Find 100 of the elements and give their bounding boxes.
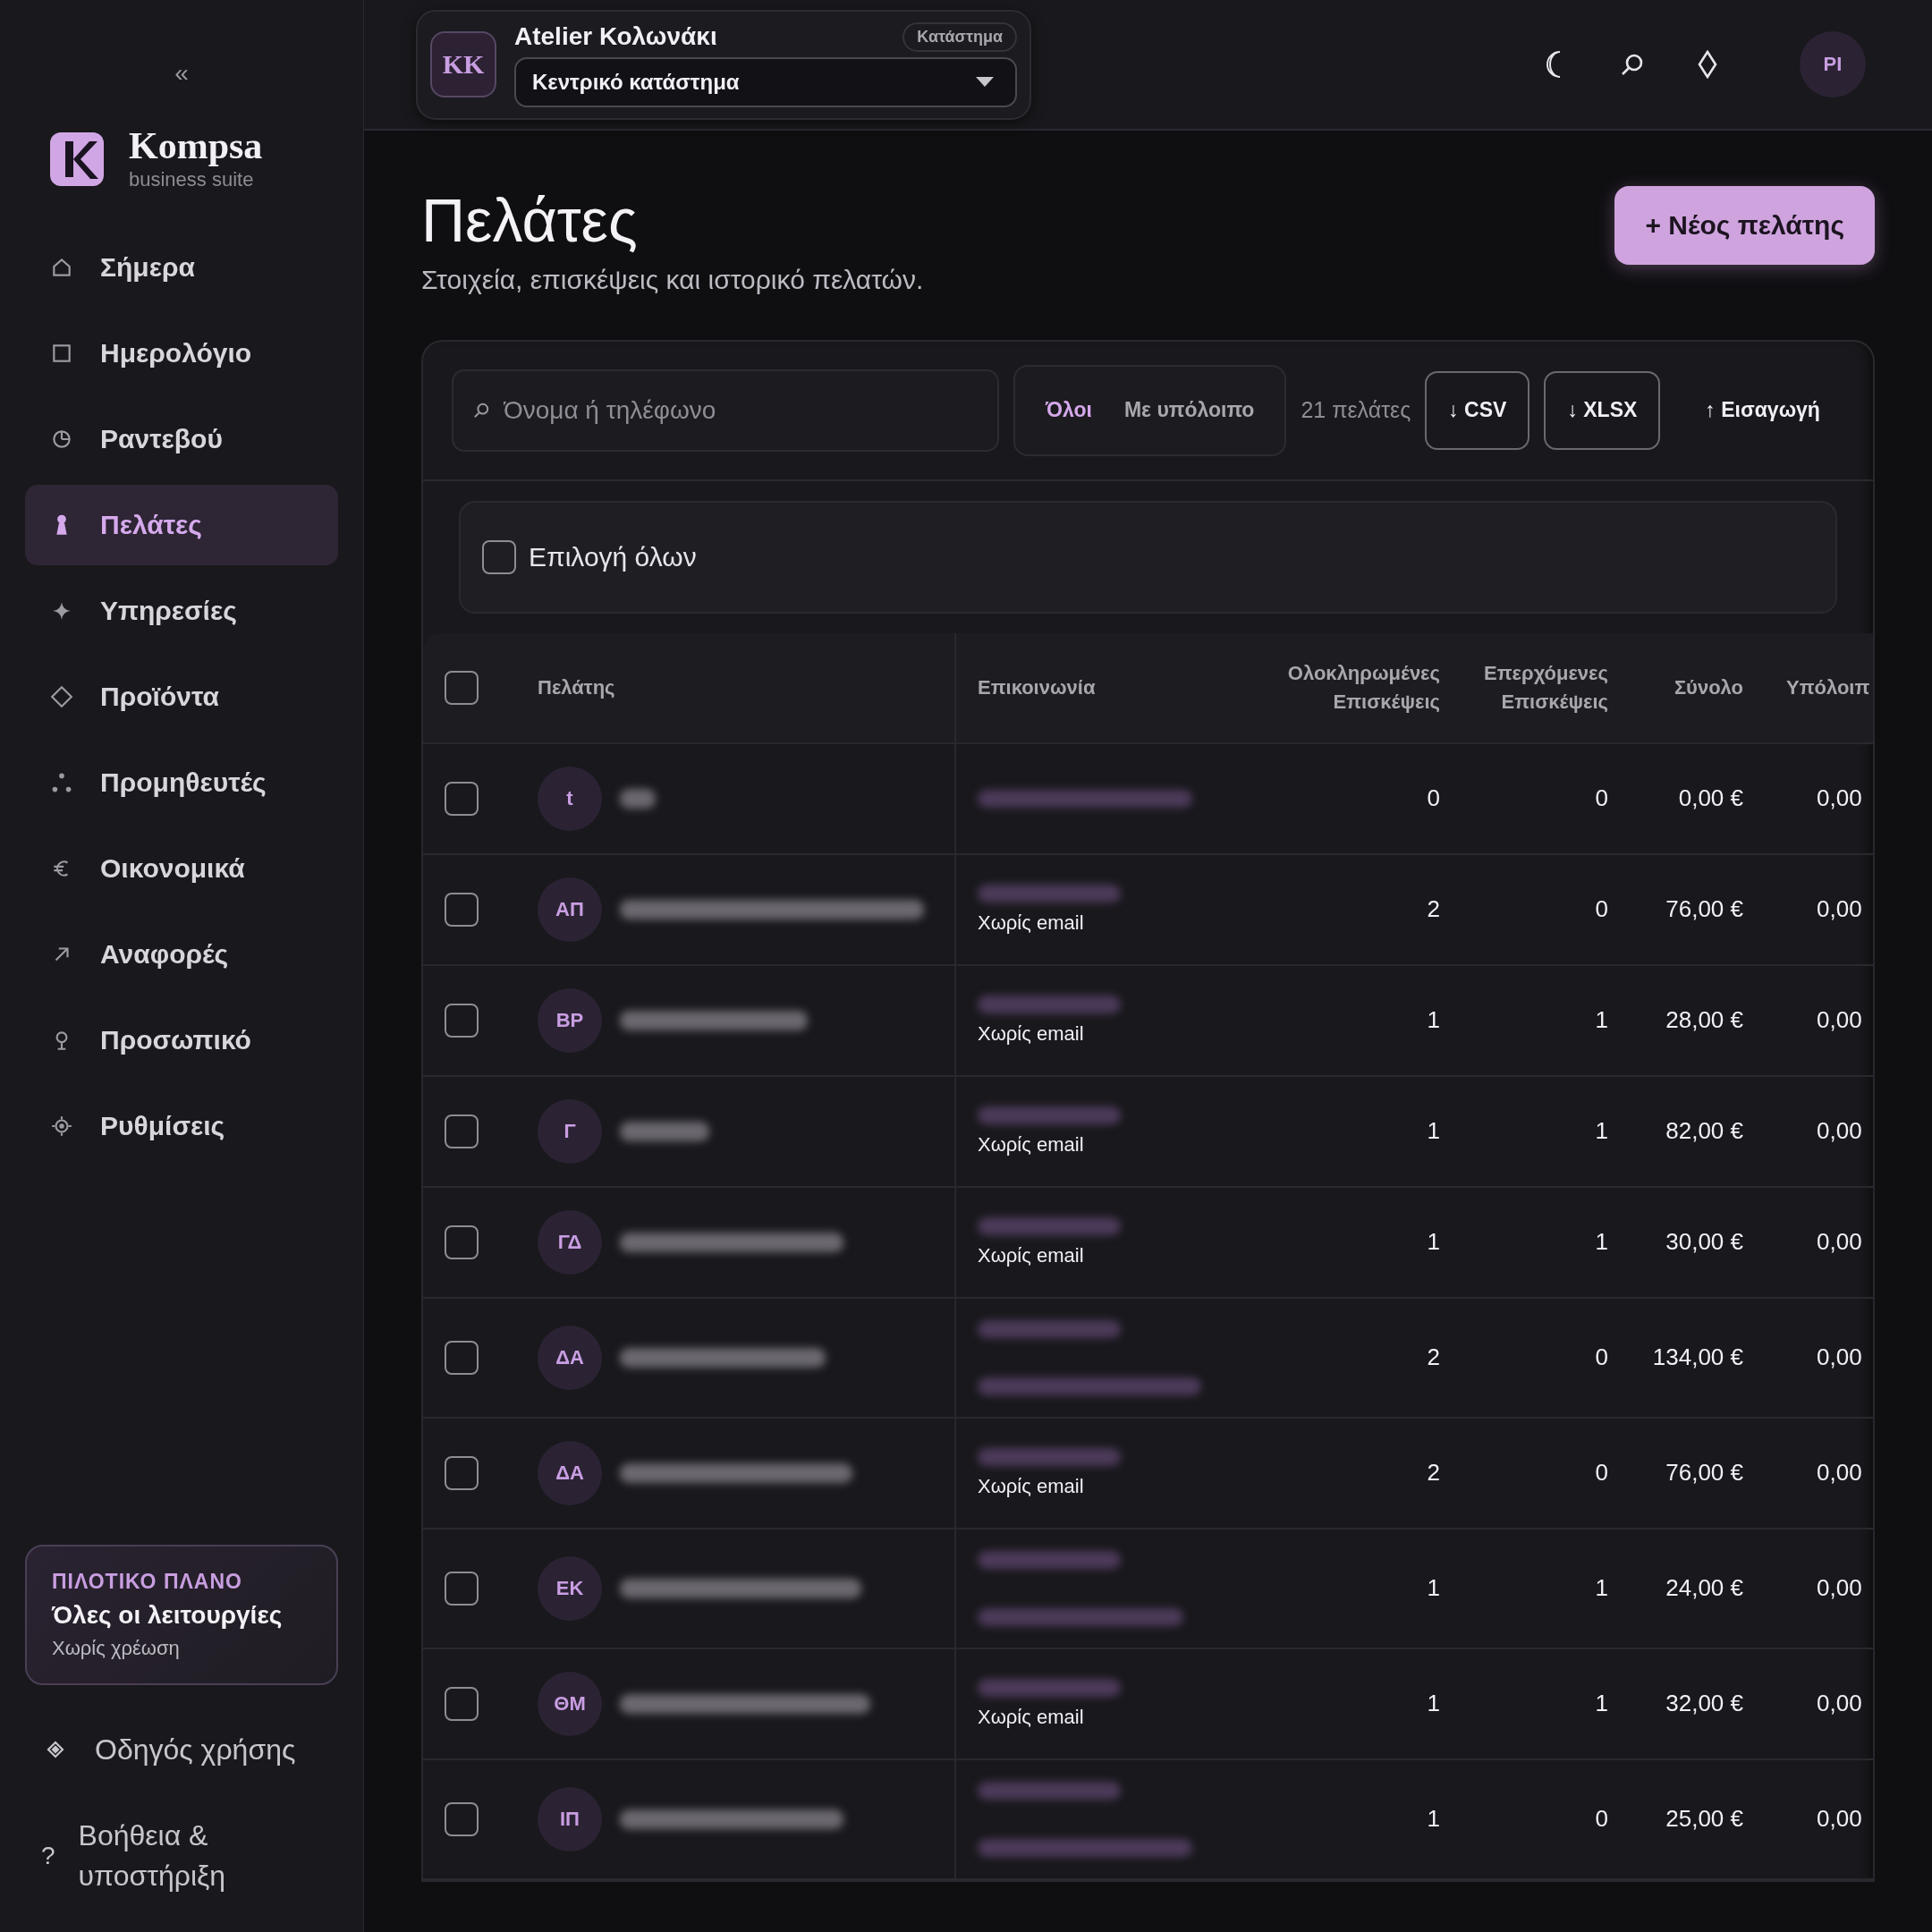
diamond-icon (1698, 50, 1717, 79)
dots-icon (50, 771, 73, 794)
nav-item[interactable]: Υπηρεσίες (25, 571, 338, 651)
help-icon: ? (41, 1842, 55, 1871)
select-all-label: Επιλογή όλων (529, 541, 697, 572)
customer-avatar: Γ (538, 1098, 602, 1164)
table-cell: 1 (1427, 1574, 1440, 1603)
column-header: Σύνολο (1674, 674, 1743, 700)
blurred-name (620, 788, 656, 809)
table-cell: 0 (1427, 784, 1440, 813)
store-select[interactable]: Κεντρικό κατάστημα (514, 56, 1017, 107)
nav-item[interactable]: Προϊόντα (25, 657, 338, 737)
organization-name: Atelier Κολωνάκι (514, 22, 717, 51)
table-cell: 1 (1595, 1006, 1608, 1035)
square-icon (50, 342, 73, 365)
contact-note: Χωρίς email (978, 911, 1084, 935)
customer-avatar: ΘΜ (538, 1671, 602, 1736)
plan-title: Όλες οι λειτουργίες (52, 1600, 284, 1630)
checkbox[interactable] (445, 1686, 479, 1721)
table-cell: 76,00 € (1665, 895, 1743, 924)
table-cell: 0,00 (1817, 784, 1862, 813)
table-cell: 0,00 (1817, 895, 1862, 924)
table-cell: 0 (1595, 1459, 1608, 1487)
checkbox[interactable] (445, 892, 479, 927)
checkbox[interactable] (445, 1003, 479, 1038)
nav-item[interactable]: Ρυθμίσεις (25, 1086, 338, 1166)
column-header: Επερχόμενες Επισκέψεις (1483, 660, 1608, 715)
home-icon (50, 256, 73, 279)
table-cell: 134,00 € (1652, 1343, 1743, 1372)
checkbox[interactable] (445, 1571, 479, 1606)
column-header: Ολοκληρωμένες Επισκέψεις (1287, 660, 1440, 715)
checkbox[interactable] (445, 1801, 479, 1836)
nav-item[interactable]: Ημερολόγιο (25, 313, 338, 394)
footer-link[interactable]: Οδηγός χρήσης (25, 1729, 338, 1770)
checkbox[interactable] (445, 1114, 479, 1148)
brand-name: Kompsa (129, 127, 263, 165)
checkbox[interactable] (445, 781, 479, 816)
customer-count: 21 πελάτες (1301, 397, 1411, 424)
table-cell: 1 (1595, 1690, 1608, 1718)
customer-avatar: ΔΑ (538, 1325, 602, 1390)
table-cell: 1 (1595, 1574, 1608, 1603)
checkbox[interactable] (482, 539, 516, 574)
organization-avatar: KK (430, 31, 496, 97)
search-icon (1621, 53, 1644, 76)
table-cell: 0 (1595, 895, 1608, 924)
checkbox[interactable] (445, 1224, 479, 1259)
brand-tagline: business suite (129, 168, 255, 191)
export-button[interactable]: ↓ XLSX (1544, 370, 1661, 450)
checkbox[interactable] (445, 1455, 479, 1490)
plan-note: Χωρίς χρέωση (52, 1636, 181, 1660)
nav-item[interactable]: Ραντεβού (25, 399, 338, 479)
table-cell: 0 (1595, 1343, 1608, 1372)
customer-avatar: t (538, 766, 602, 831)
table-cell: 30,00 € (1665, 1228, 1743, 1257)
contact-note: Χωρίς email (978, 1021, 1084, 1046)
table-cell: 25,00 € (1665, 1805, 1743, 1834)
table-cell: 0,00 (1817, 1690, 1862, 1718)
import-button[interactable]: ↑ Εισαγωγή (1683, 370, 1842, 450)
contact-note: Χωρίς email (978, 1705, 1084, 1729)
filter-tab[interactable]: Όλοι (1033, 389, 1105, 432)
table-cell: 1 (1595, 1228, 1608, 1257)
nav-item[interactable]: Πελάτες (25, 485, 338, 565)
table-cell: 28,00 € (1665, 1006, 1743, 1035)
table-cell: 32,00 € (1665, 1690, 1743, 1718)
contact-note: Χωρίς email (978, 1474, 1084, 1498)
table-cell: 0,00 € (1678, 784, 1743, 813)
filter-tab[interactable]: Με υπόλοιπο (1111, 389, 1267, 432)
nav-item[interactable]: Οικονομικά (25, 828, 338, 909)
contact-note: Χωρίς email (978, 1132, 1084, 1157)
search-icon (473, 402, 489, 419)
customer-avatar: ΙΠ (538, 1786, 602, 1852)
checkbox[interactable] (445, 670, 479, 705)
customer-avatar: ΕΚ (538, 1555, 602, 1621)
page-subtitle: Στοιχεία, επισκέψεις και ιστορικό πελατών. (421, 264, 924, 295)
nav-item[interactable]: Σήμερα (25, 227, 338, 308)
customer-avatar: ΔΑ (538, 1440, 602, 1505)
diamond-icon (47, 1741, 64, 1758)
table-cell: 82,00 € (1665, 1117, 1743, 1146)
table-cell: 0,00 (1817, 1117, 1862, 1146)
export-button[interactable]: ↓ CSV (1425, 370, 1530, 450)
checkbox[interactable] (445, 1340, 479, 1375)
table-cell: 2 (1427, 1343, 1440, 1372)
table-cell: 0,00 (1817, 1343, 1862, 1372)
user-avatar[interactable]: PI (1800, 31, 1866, 97)
logo-icon (50, 132, 104, 186)
table-cell: 0,00 (1817, 1228, 1862, 1257)
customer-avatar: ΒΡ (538, 987, 602, 1053)
table-cell: 0 (1595, 784, 1608, 813)
customer-avatar: ΑΠ (538, 877, 602, 942)
table-cell: 1 (1427, 1228, 1440, 1257)
customer-avatar: ΓΔ (538, 1209, 602, 1275)
nav-item[interactable]: Προμηθευτές (25, 742, 338, 823)
collapse-sidebar-button[interactable]: « (169, 59, 194, 88)
page-title: Πελάτες (421, 185, 639, 256)
caret-icon (976, 76, 994, 88)
new-customer-button[interactable]: + Νέος πελάτης (1614, 186, 1875, 265)
table-cell: 2 (1427, 1459, 1440, 1487)
nav-item[interactable]: Προσωπικό (25, 1000, 338, 1080)
table-cell: 1 (1427, 1805, 1440, 1834)
nav-item[interactable]: Αναφορές (25, 914, 338, 995)
